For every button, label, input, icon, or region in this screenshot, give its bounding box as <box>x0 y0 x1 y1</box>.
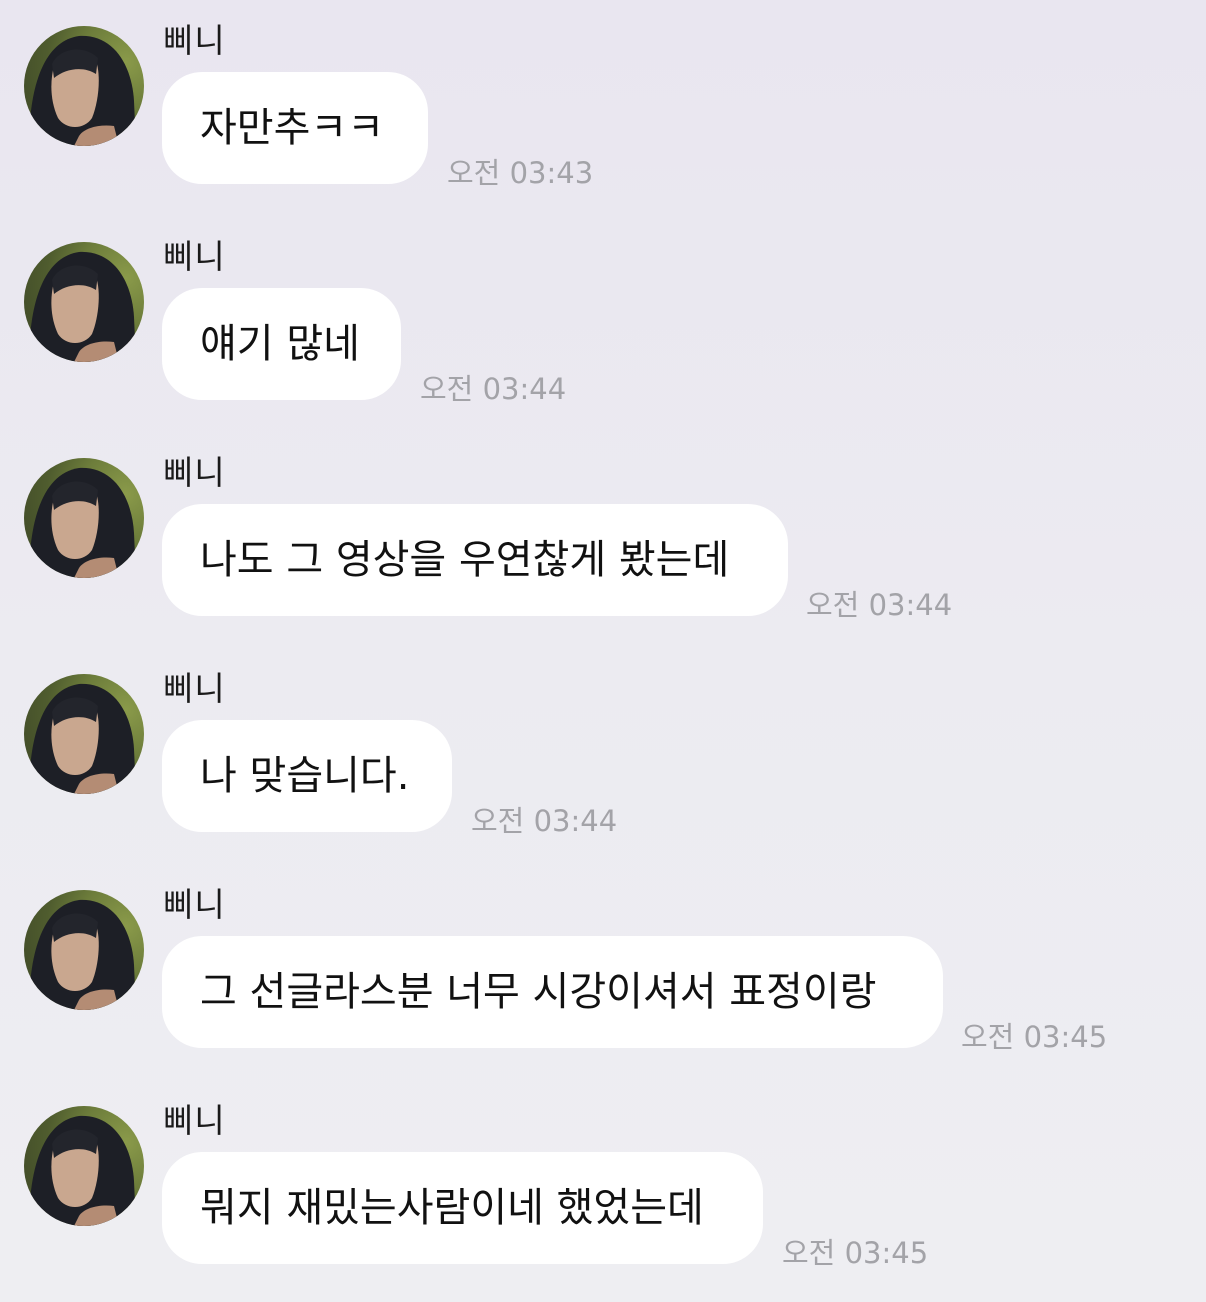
message-timestamp: 오전 03:44 <box>806 588 953 622</box>
sender-name: 삐니 <box>163 669 226 708</box>
message-timestamp: 오전 03:45 <box>961 1020 1108 1054</box>
message-row: 삐니 자만추ㅋㅋ 오전 03:43 <box>0 0 1206 216</box>
avatar[interactable] <box>24 242 144 362</box>
message-bubble[interactable]: 그 선글라스분 너무 시강이셔서 표정이랑 <box>162 936 943 1048</box>
message-bubble[interactable]: 나도 그 영상을 우연찮게 봤는데 <box>162 504 788 616</box>
sender-name: 삐니 <box>163 885 226 924</box>
sender-name: 삐니 <box>163 21 226 60</box>
profile-photo-icon <box>29 35 136 146</box>
avatar[interactable] <box>24 1106 144 1226</box>
sender-name: 삐니 <box>163 453 226 492</box>
avatar[interactable] <box>24 458 144 578</box>
avatar[interactable] <box>24 890 144 1010</box>
profile-photo-icon <box>29 1115 136 1226</box>
message-row: 삐니 뭐지 재밌는사람이네 했었는데 오전 03:45 <box>0 1080 1206 1296</box>
message-bubble[interactable]: 나 맞습니다. <box>162 720 452 832</box>
profile-photo-icon <box>29 683 136 794</box>
message-bubble[interactable]: 자만추ㅋㅋ <box>162 72 428 184</box>
profile-photo-icon <box>29 899 136 1010</box>
message-row: 삐니 나도 그 영상을 우연찮게 봤는데 오전 03:44 <box>0 432 1206 648</box>
avatar[interactable] <box>24 674 144 794</box>
sender-name: 삐니 <box>163 237 226 276</box>
message-timestamp: 오전 03:45 <box>782 1236 929 1270</box>
message-timestamp: 오전 03:44 <box>471 804 618 838</box>
message-timestamp: 오전 03:44 <box>420 372 567 406</box>
message-timestamp: 오전 03:43 <box>447 156 594 190</box>
message-bubble[interactable]: 뭐지 재밌는사람이네 했었는데 <box>162 1152 763 1264</box>
profile-photo-icon <box>29 251 136 362</box>
message-row: 삐니 그 선글라스분 너무 시강이셔서 표정이랑 오전 03:45 <box>0 864 1206 1080</box>
chat-message-list: 삐니 자만추ㅋㅋ 오전 03:43 삐니 얘기 많네 오전 03:44 삐니 나… <box>0 0 1206 1302</box>
sender-name: 삐니 <box>163 1101 226 1140</box>
message-row: 삐니 얘기 많네 오전 03:44 <box>0 216 1206 432</box>
message-bubble[interactable]: 얘기 많네 <box>162 288 401 400</box>
profile-photo-icon <box>29 467 136 578</box>
avatar[interactable] <box>24 26 144 146</box>
message-row: 삐니 나 맞습니다. 오전 03:44 <box>0 648 1206 864</box>
